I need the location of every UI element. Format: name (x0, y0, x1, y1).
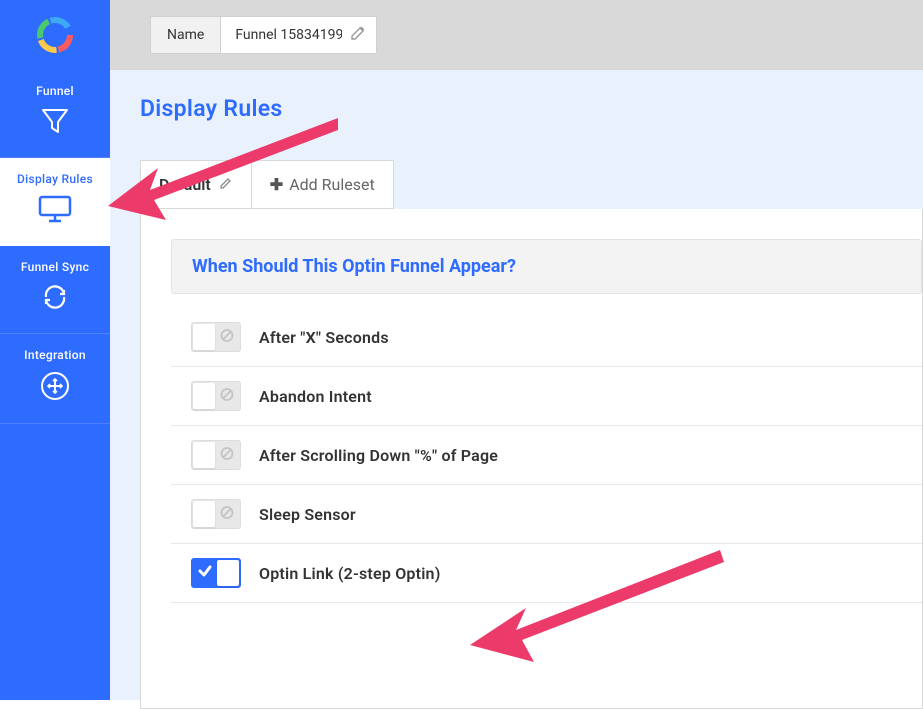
sidebar-item-funnel[interactable]: Funnel (0, 70, 110, 158)
disabled-icon (220, 446, 234, 465)
toggle-seconds[interactable] (191, 322, 241, 352)
content: Display Rules Default ✚ Add Ruleset When… (110, 70, 923, 700)
disabled-icon (220, 387, 234, 406)
sync-icon (40, 282, 70, 315)
rule-label: After "X" Seconds (259, 328, 389, 347)
tab-label: Default (159, 175, 211, 194)
sidebar-item-label: Funnel (0, 84, 110, 98)
logo-icon (35, 15, 75, 55)
toggle-sleep[interactable] (191, 499, 241, 529)
name-field-group: Name (150, 16, 377, 54)
tab-row: Default ✚ Add Ruleset (140, 160, 923, 209)
tab-add-label: Add Ruleset (289, 175, 374, 194)
sidebar-item-integration[interactable]: Integration (0, 334, 110, 424)
ruleset-panel: When Should This Optin Funnel Appear? Af… (140, 209, 923, 709)
disabled-icon (220, 328, 234, 347)
sidebar-item-label: Display Rules (0, 172, 110, 186)
tab-add-ruleset[interactable]: ✚ Add Ruleset (252, 160, 394, 209)
rule-row-optin-link: Optin Link (2-step Optin) (171, 544, 922, 603)
pencil-icon[interactable] (219, 175, 233, 194)
sidebar-item-label: Integration (0, 348, 110, 362)
sidebar-item-label: Funnel Sync (0, 260, 110, 274)
tab-default[interactable]: Default (140, 160, 252, 209)
monitor-icon (37, 194, 73, 227)
page-title: Display Rules (140, 95, 923, 122)
sidebar-item-display-rules[interactable]: Display Rules (0, 158, 110, 246)
topbar: Name (110, 0, 923, 70)
toggle-abandon[interactable] (191, 381, 241, 411)
name-label: Name (151, 17, 221, 53)
rule-row-seconds: After "X" Seconds (171, 308, 922, 367)
rule-row-abandon: Abandon Intent (171, 367, 922, 426)
disabled-icon (220, 505, 234, 524)
sidebar-item-funnel-sync[interactable]: Funnel Sync (0, 246, 110, 334)
toggle-scroll[interactable] (191, 440, 241, 470)
rule-label: Optin Link (2-step Optin) (259, 564, 441, 583)
logo (0, 0, 110, 70)
rule-row-scroll: After Scrolling Down "%" of Page (171, 426, 922, 485)
funnel-icon (40, 106, 70, 139)
toggle-optin-link[interactable] (191, 558, 241, 588)
edit-icon[interactable] (350, 25, 366, 45)
check-icon (197, 563, 213, 583)
rule-row-sleep: Sleep Sensor (171, 485, 922, 544)
plus-icon: ✚ (270, 175, 283, 194)
section-heading: When Should This Optin Funnel Appear? (171, 239, 922, 294)
sidebar: Funnel Display Rules Funnel Sync Integra… (0, 0, 110, 700)
rule-label: Abandon Intent (259, 387, 372, 406)
integration-icon (39, 370, 71, 405)
rule-label: Sleep Sensor (259, 505, 356, 524)
rule-label: After Scrolling Down "%" of Page (259, 446, 498, 465)
